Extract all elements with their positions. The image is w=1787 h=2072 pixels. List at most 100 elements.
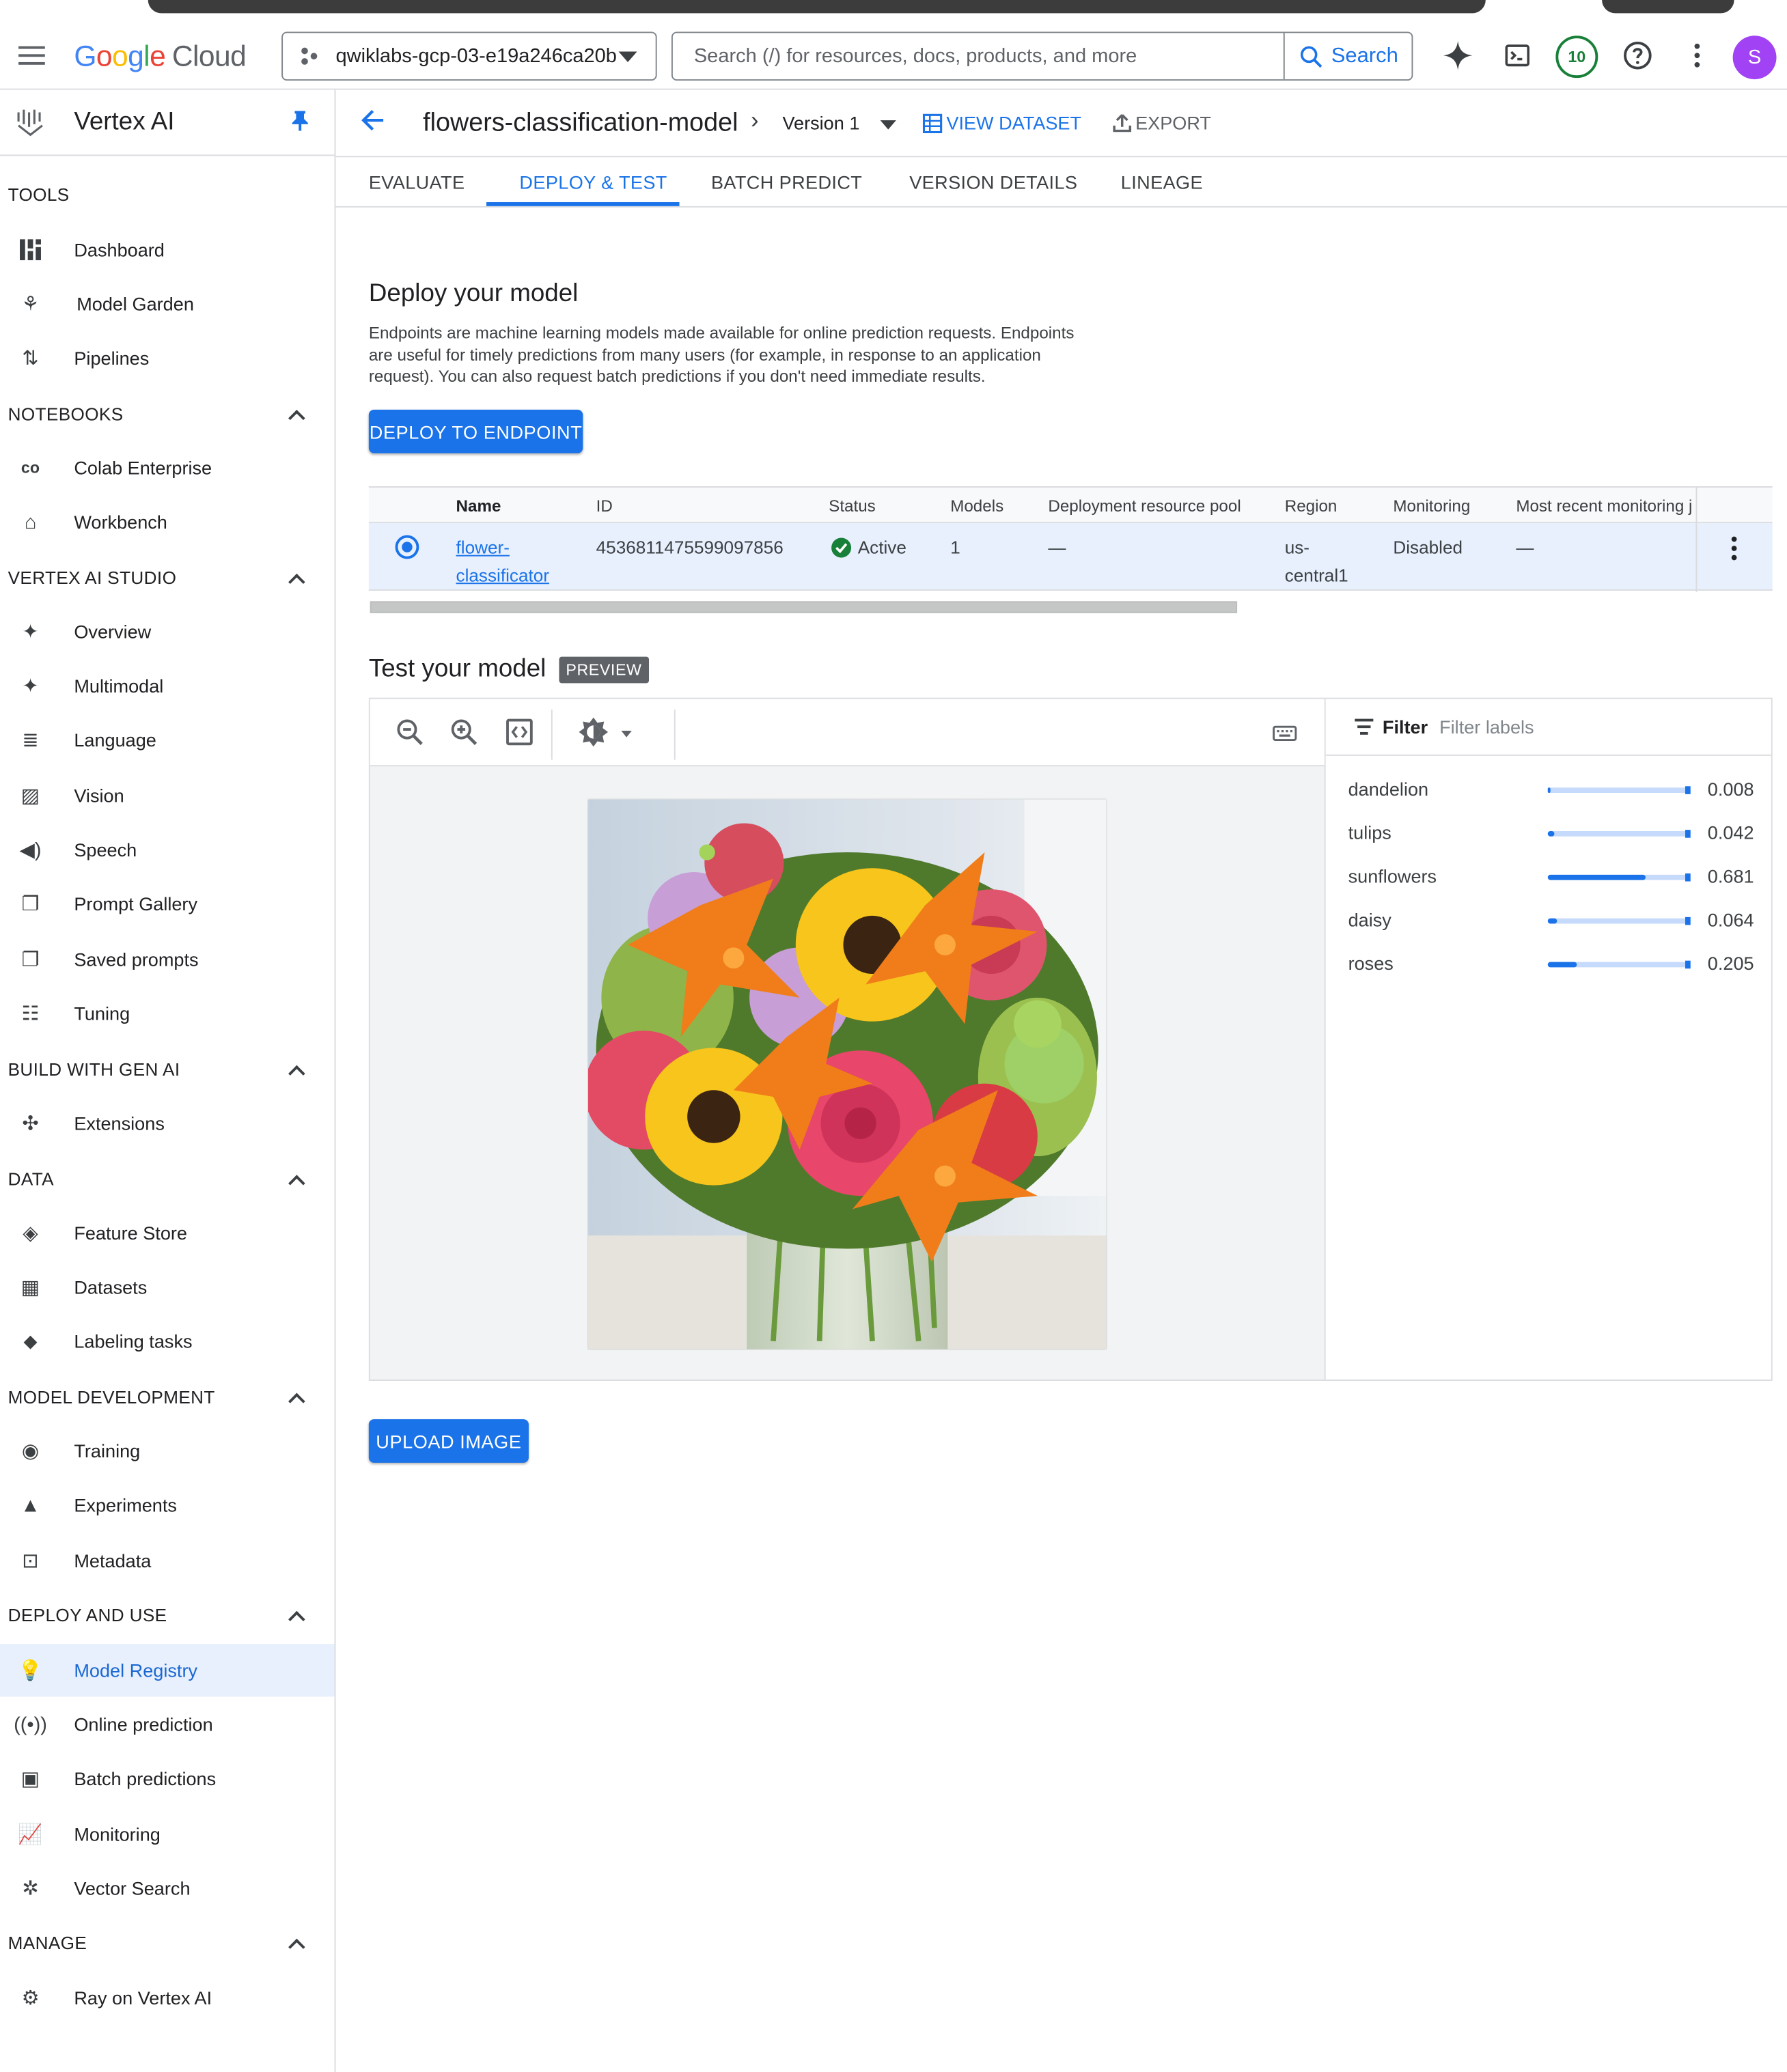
- sidebar-item-metadata[interactable]: ⊡ Metadata: [0, 1534, 335, 1586]
- collapse-icon[interactable]: [288, 1390, 304, 1406]
- sidebar-item-model-registry[interactable]: 💡 Model Registry: [0, 1644, 335, 1697]
- back-arrow-icon[interactable]: [359, 107, 386, 141]
- toolbar-divider: [551, 710, 553, 760]
- more-vert-icon[interactable]: [1731, 536, 1737, 565]
- tab-evaluate[interactable]: EVALUATE: [369, 172, 465, 193]
- sidebar-item-experiments[interactable]: ▲ Experiments: [0, 1479, 335, 1531]
- horizontal-scrollbar[interactable]: [370, 601, 1238, 613]
- sidebar-item-batch-predictions[interactable]: ▣ Batch predictions: [0, 1752, 335, 1805]
- version-dropdown-icon[interactable]: [880, 120, 896, 130]
- endpoint-id: 4536811475599097856: [596, 537, 784, 558]
- sidebar-item-label: Extensions: [74, 1112, 165, 1134]
- sidebar-item-feature-store[interactable]: ◈ Feature Store: [0, 1207, 335, 1259]
- keyboard-icon[interactable]: [1271, 720, 1298, 747]
- sidebar-item-colab[interactable]: co Colab Enterprise: [0, 441, 335, 494]
- row-radio-button[interactable]: [395, 535, 419, 559]
- sidebar-item-vision[interactable]: ▨ Vision: [0, 769, 335, 822]
- notifications-badge[interactable]: 10: [1555, 36, 1598, 79]
- endpoint-name-link[interactable]: flower-classificator: [456, 534, 549, 589]
- resource-pool: —: [1048, 537, 1066, 558]
- sidebar-item-vector-search[interactable]: ✲ Vector Search: [0, 1862, 335, 1914]
- collapse-icon[interactable]: [288, 1063, 304, 1078]
- sidebar-item-pipelines[interactable]: ⇅ Pipelines: [0, 332, 335, 384]
- dropdown-caret-icon[interactable]: [621, 730, 632, 738]
- sidebar-item-speech[interactable]: ◀) Speech: [0, 823, 335, 876]
- upload-image-button[interactable]: UPLOAD IMAGE: [368, 1419, 529, 1463]
- sidebar-item-model-garden[interactable]: ⚘ Model Garden: [0, 277, 335, 330]
- menu-icon[interactable]: [18, 46, 45, 68]
- sidebar-item-prompt-gallery[interactable]: ❐ Prompt Gallery: [0, 878, 335, 930]
- search-bar[interactable]: Search (/) for resources, docs, products…: [671, 31, 1413, 81]
- sidebar-item-online-prediction[interactable]: ((•)) Online prediction: [0, 1698, 335, 1750]
- sidebar-item-label: Multimodal: [74, 675, 164, 697]
- region: us-central1: [1284, 537, 1348, 586]
- collapse-icon[interactable]: [288, 1936, 304, 1952]
- fit-to-screen-icon[interactable]: [503, 716, 535, 748]
- prediction-bar-fill: [1547, 874, 1646, 880]
- sidebar-item-workbench[interactable]: ⌂ Workbench: [0, 496, 335, 548]
- tab-lineage[interactable]: LINEAGE: [1121, 172, 1203, 193]
- column-header[interactable]: Deployment resource pool: [1048, 497, 1241, 516]
- avatar[interactable]: S: [1732, 36, 1777, 80]
- sidebar-item-dashboard[interactable]: Dashboard: [0, 223, 335, 276]
- project-selector[interactable]: qwiklabs-gcp-03-e19a246ca20b: [281, 31, 657, 81]
- filter-bar[interactable]: Filter Filter labels: [1325, 699, 1771, 756]
- tab-batch-predict[interactable]: BATCH PREDICT: [711, 172, 862, 193]
- tab-version-details[interactable]: VERSION DETAILS: [909, 172, 1077, 193]
- tab-deploy-test[interactable]: DEPLOY & TEST: [519, 172, 667, 193]
- sidebar-item-overview[interactable]: ✦ Overview: [0, 605, 335, 658]
- sidebar-item-language[interactable]: ≣ Language: [0, 714, 335, 766]
- collapse-icon[interactable]: [288, 1608, 304, 1624]
- column-header[interactable]: Monitoring: [1393, 497, 1470, 516]
- collapse-icon[interactable]: [288, 571, 304, 587]
- export-button[interactable]: EXPORT: [1113, 112, 1211, 133]
- product-title: Vertex AI: [74, 108, 175, 137]
- brightness-icon[interactable]: [578, 716, 609, 748]
- zoom-out-icon[interactable]: [394, 716, 426, 748]
- deploy-to-endpoint-button[interactable]: DEPLOY TO ENDPOINT: [368, 409, 583, 453]
- search-button[interactable]: Search: [1283, 33, 1412, 80]
- sidebar-item-extensions[interactable]: ✣ Extensions: [0, 1097, 335, 1149]
- sidebar-item-saved-prompts[interactable]: ❐ Saved prompts: [0, 933, 335, 985]
- google-cloud-logo[interactable]: Google Cloud: [74, 40, 246, 74]
- sidebar-item-datasets[interactable]: ▦ Datasets: [0, 1261, 335, 1313]
- sidebar-item-label: Workbench: [74, 511, 167, 533]
- gemini-sparkle-icon[interactable]: [1439, 37, 1476, 74]
- sidebar-item-label: Datasets: [74, 1276, 148, 1298]
- more-vert-icon[interactable]: [1678, 37, 1715, 74]
- column-header[interactable]: ID: [596, 497, 613, 516]
- version-selector[interactable]: Version 1: [782, 112, 859, 133]
- sidebar-header: Vertex AI: [0, 90, 335, 156]
- dropdown-caret-icon: [618, 51, 637, 62]
- view-dataset-button[interactable]: VIEW DATASET: [922, 112, 1081, 133]
- sidebar-item-training[interactable]: ◉ Training: [0, 1425, 335, 1477]
- sidebar-item-label: Monitoring: [74, 1823, 161, 1845]
- sidebar-item-multimodal[interactable]: ✦ Multimodal: [0, 660, 335, 712]
- grid-icon: ▦: [20, 1276, 40, 1300]
- table-row[interactable]: flower-classificator 4536811475599097856…: [368, 523, 1773, 591]
- sidebar-item-monitoring[interactable]: 📈 Monitoring: [0, 1808, 335, 1860]
- label-tag-icon: ⬥: [23, 1330, 38, 1353]
- pin-icon[interactable]: [291, 110, 309, 138]
- toolbar-divider: [674, 710, 676, 760]
- cloud-shell-icon[interactable]: [1499, 37, 1536, 74]
- column-header[interactable]: Most recent monitoring j: [1516, 497, 1697, 516]
- zoom-in-icon[interactable]: [448, 716, 480, 748]
- sidebar-item-tuning[interactable]: ☷ Tuning: [0, 987, 335, 1039]
- sidebar-item-labeling-tasks[interactable]: ⬥ Labeling tasks: [0, 1315, 335, 1367]
- prediction-row: dandelion 0.008: [1326, 779, 1771, 822]
- column-header[interactable]: Status: [829, 497, 876, 516]
- test-heading: Test your model PREVIEW: [369, 656, 649, 685]
- filter-label: Filter: [1382, 716, 1428, 738]
- filter-input[interactable]: Filter labels: [1439, 716, 1534, 738]
- sidebar-item-label: Feature Store: [74, 1222, 187, 1244]
- sidebar-item-ray[interactable]: ⚙ Ray on Vertex AI: [0, 1972, 335, 2024]
- column-header[interactable]: Models: [950, 497, 1003, 516]
- column-header[interactable]: Name: [456, 497, 501, 516]
- help-icon[interactable]: [1619, 37, 1656, 74]
- gallery-icon: ❐: [21, 893, 40, 916]
- collapse-icon[interactable]: [288, 407, 304, 423]
- collapse-icon[interactable]: [288, 1172, 304, 1188]
- column-header[interactable]: Region: [1285, 497, 1338, 516]
- prediction-bar: [1547, 786, 1691, 794]
